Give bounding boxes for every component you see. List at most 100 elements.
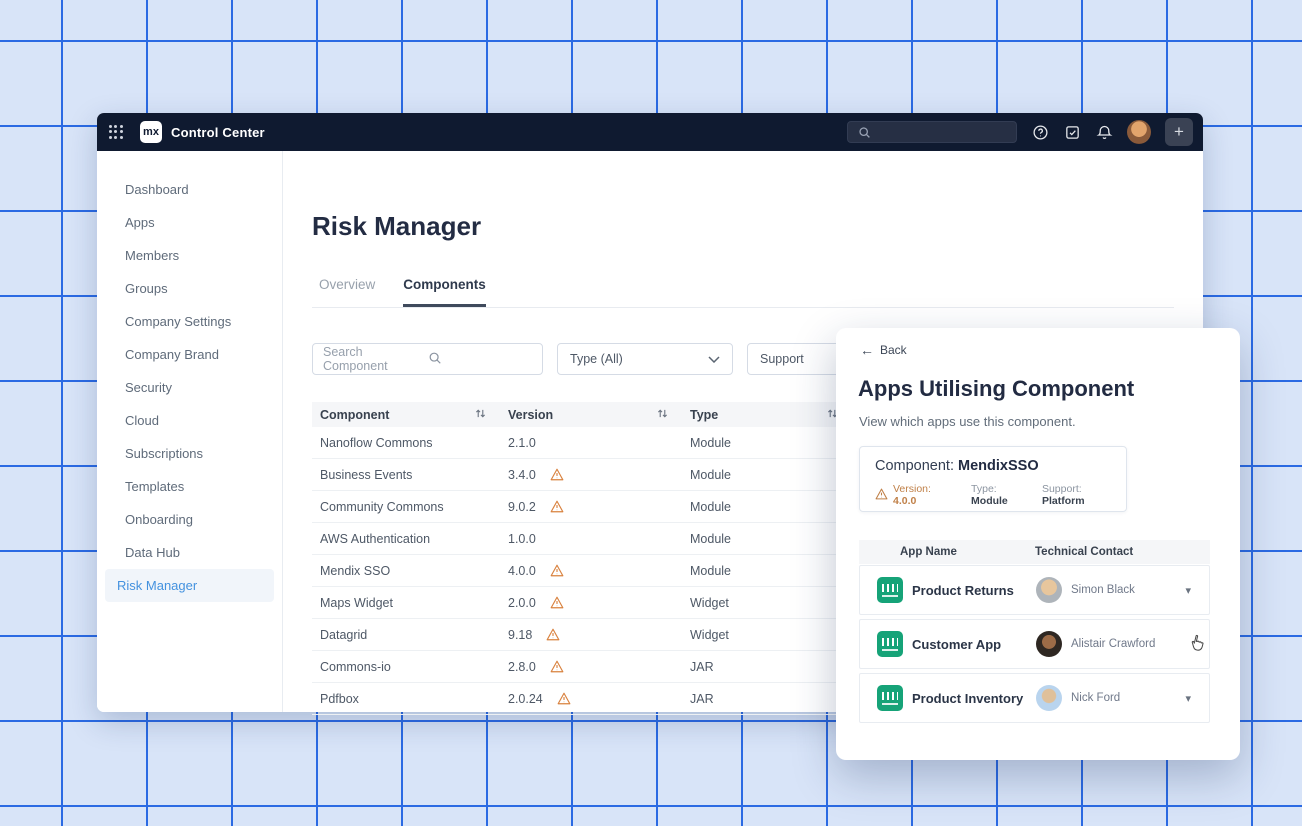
type-cell: Module	[682, 564, 852, 578]
app-switcher-icon[interactable]	[109, 125, 123, 139]
app-name: Customer App	[912, 637, 1036, 652]
type-cell: JAR	[682, 660, 852, 674]
sidebar-item-subscriptions[interactable]: Subscriptions	[105, 437, 274, 470]
component-summary-card: Component: MendixSSO Version: 4.0.0 Type…	[859, 446, 1127, 512]
sidebar-item-company-brand[interactable]: Company Brand	[105, 338, 274, 371]
search-icon	[428, 351, 533, 368]
app-row[interactable]: Customer AppAlistair Crawford	[859, 619, 1210, 669]
sidebar-item-risk-manager[interactable]: Risk Manager	[105, 569, 274, 602]
app-logo-icon	[877, 631, 903, 657]
component-cell: Nanoflow Commons	[312, 436, 500, 450]
component-cell: Datagrid	[312, 628, 500, 642]
brand-title: Control Center	[171, 125, 265, 140]
version-value: 9.0.2	[508, 500, 536, 514]
column-header-type[interactable]: Type	[682, 408, 852, 422]
sidebar-item-apps[interactable]: Apps	[105, 206, 274, 239]
version-cell: 2.8.0	[500, 660, 682, 674]
component-cell: Pdfbox	[312, 692, 500, 706]
type-filter-dropdown[interactable]: Type (All)	[557, 343, 733, 375]
apps-table-header: App Name Technical Contact	[859, 540, 1210, 564]
type-cell: Widget	[682, 628, 852, 642]
component-cell: AWS Authentication	[312, 532, 500, 546]
column-label: Type	[690, 408, 718, 422]
column-app-name: App Name	[859, 546, 1035, 558]
sidebar-item-dashboard[interactable]: Dashboard	[105, 173, 274, 206]
help-icon[interactable]	[1031, 123, 1049, 141]
tab-components[interactable]: Components	[403, 277, 486, 307]
app-logo-icon	[877, 685, 903, 711]
sidebar-item-security[interactable]: Security	[105, 371, 274, 404]
component-cell: Community Commons	[312, 500, 500, 514]
column-header-component[interactable]: Component	[312, 408, 500, 422]
warning-icon	[875, 488, 888, 503]
contact-name: Nick Ford	[1071, 692, 1185, 704]
warning-icon	[550, 596, 564, 609]
version-cell: 2.0.24	[500, 692, 682, 706]
warning-icon	[550, 660, 564, 673]
sort-icon[interactable]	[475, 408, 486, 422]
version-cell: 1.0.0	[500, 532, 682, 546]
tasks-icon[interactable]	[1063, 123, 1081, 141]
component-cell: Maps Widget	[312, 596, 500, 610]
expand-caret-icon[interactable]: ▾	[1185, 584, 1191, 597]
version-value: 2.0.0	[508, 596, 536, 610]
warning-icon	[550, 468, 564, 481]
component-type: Type: Module	[971, 483, 1024, 507]
sidebar-nav: DashboardAppsMembersGroupsCompany Settin…	[97, 151, 283, 712]
component-cell: Mendix SSO	[312, 564, 500, 578]
version-cell: 9.18	[500, 628, 682, 642]
column-label: Version	[508, 408, 553, 422]
component-version: Version: 4.0.0	[893, 483, 945, 507]
version-value: 2.1.0	[508, 436, 536, 450]
type-cell: Module	[682, 436, 852, 450]
app-row[interactable]: Product ReturnsSimon Black▾	[859, 565, 1210, 615]
sort-icon[interactable]	[657, 408, 668, 422]
user-avatar[interactable]	[1127, 120, 1151, 144]
app-logo-icon	[877, 577, 903, 603]
tab-bar: Overview Components	[319, 277, 486, 307]
back-button[interactable]: ← Back	[860, 342, 907, 358]
add-new-button[interactable]: +	[1165, 118, 1193, 146]
sidebar-item-templates[interactable]: Templates	[105, 470, 274, 503]
type-cell: JAR	[682, 692, 852, 706]
contact-avatar	[1036, 685, 1062, 711]
version-value: 9.18	[508, 628, 532, 642]
global-search-input[interactable]	[847, 121, 1017, 143]
version-value: 2.8.0	[508, 660, 536, 674]
warning-icon	[546, 628, 560, 641]
mouse-pointer-cursor	[1188, 634, 1205, 657]
component-cell: Business Events	[312, 468, 500, 482]
chevron-down-icon	[708, 352, 720, 366]
sidebar-item-company-settings[interactable]: Company Settings	[105, 305, 274, 338]
top-navbar: mx Control Center	[97, 113, 1203, 151]
column-technical-contact: Technical Contact	[1035, 546, 1133, 558]
version-value: 1.0.0	[508, 532, 536, 546]
sidebar-item-members[interactable]: Members	[105, 239, 274, 272]
column-header-version[interactable]: Version	[500, 408, 682, 422]
version-value: 2.0.24	[508, 692, 543, 706]
type-cell: Module	[682, 500, 852, 514]
component-support: Support: Platform	[1042, 483, 1111, 507]
tab-overview[interactable]: Overview	[319, 277, 375, 307]
sidebar-item-cloud[interactable]: Cloud	[105, 404, 274, 437]
sidebar-item-groups[interactable]: Groups	[105, 272, 274, 305]
app-row[interactable]: Product Inventory Nick Ford▾	[859, 673, 1210, 723]
warning-icon	[550, 500, 564, 513]
panel-subtitle: View which apps use this component.	[859, 414, 1076, 429]
expand-caret-icon[interactable]: ▾	[1185, 692, 1191, 705]
sidebar-item-onboarding[interactable]: Onboarding	[105, 503, 274, 536]
apps-table-body: Product ReturnsSimon Black▾Customer AppA…	[859, 565, 1210, 727]
column-label: Component	[320, 408, 389, 422]
sidebar-item-data-hub[interactable]: Data Hub	[105, 536, 274, 569]
mx-logo[interactable]: mx	[140, 121, 162, 143]
notifications-bell-icon[interactable]	[1095, 123, 1113, 141]
type-cell: Widget	[682, 596, 852, 610]
contact-avatar	[1036, 631, 1062, 657]
component-name: Component: MendixSSO	[875, 458, 1111, 474]
version-cell: 3.4.0	[500, 468, 682, 482]
apps-utilising-panel: ← Back Apps Utilising Component View whi…	[836, 328, 1240, 760]
app-name: Product Inventory	[912, 691, 1036, 706]
search-component-input[interactable]: Search Component	[312, 343, 543, 375]
version-cell: 4.0.0	[500, 564, 682, 578]
page-title: Risk Manager	[312, 211, 481, 242]
